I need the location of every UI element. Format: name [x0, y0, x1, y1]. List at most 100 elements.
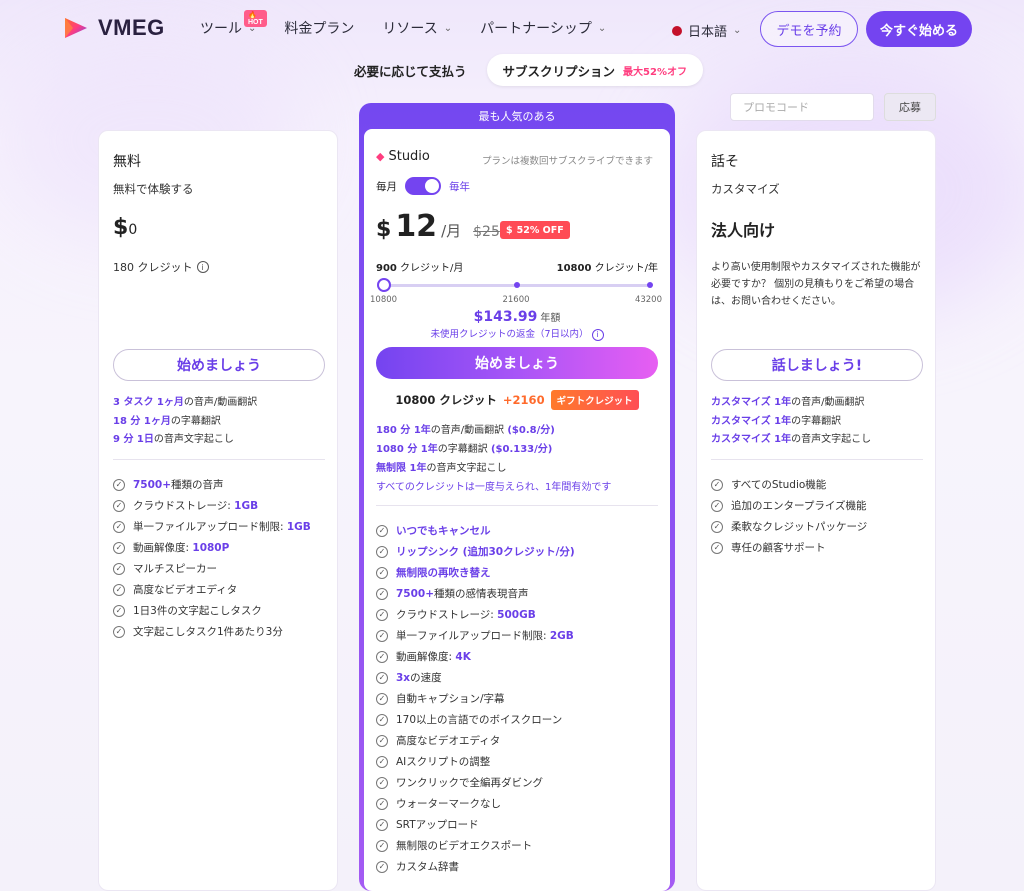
- menu-tools[interactable]: ツール ⌄ 🔥HOT: [200, 10, 267, 38]
- menu-partnership[interactable]: パートナーシップ ⌄: [480, 18, 606, 38]
- subscription-label: サブスクリプション: [502, 63, 616, 79]
- feature-item: ✓ 3xの速度: [376, 667, 575, 688]
- language-label: 日本語: [688, 25, 728, 40]
- tick-label: 43200: [634, 295, 662, 305]
- gift-credit-badge: ギフトクレジット: [550, 390, 639, 410]
- yearly-price-amount: $143.99: [473, 309, 538, 325]
- feature-label: 専任の顧客サポート: [731, 542, 826, 554]
- plan-title: 話そ: [711, 154, 739, 170]
- promo-apply-button[interactable]: 応募: [884, 93, 936, 121]
- feature-value: 4K: [455, 651, 471, 663]
- feature-label: クラウドストレージ:: [133, 500, 235, 512]
- feature-text: ワンクリックで全編再ダビング: [396, 775, 543, 790]
- tab-subscription[interactable]: サブスクリプション 最大52%オフ: [486, 54, 703, 86]
- check-circle-icon: ✓: [376, 566, 388, 579]
- feature-list: ✓ 7500+種類の音声 ✓ クラウドストレージ: 1GB ✓ 単一ファイルアップロード制…: [113, 474, 311, 642]
- price-amount: 12: [395, 209, 438, 244]
- feature-list: ✓ いつでもキャンセル ✓ リップシンク (追加30クレジット/分) ✓ 無制限の再吹き替…: [376, 520, 575, 877]
- check-circle-icon: ✓: [376, 734, 388, 747]
- menu-partnership-label: パートナーシップ: [480, 21, 592, 37]
- feature-label: 無制限の再吹き替え: [396, 567, 491, 579]
- tick-label: 10800: [370, 295, 398, 305]
- feature-item: ✓ 自動キャプション/字幕: [376, 688, 575, 709]
- refund-label: 未使用クレジットの返金（7日以内）: [430, 329, 589, 340]
- feature-label: 種類の音声: [171, 479, 224, 491]
- feature-label: リップシンク (追加30クレジット/分): [396, 546, 575, 558]
- discount-badge: $ 52% OFF: [500, 221, 570, 239]
- usage-item: 3 タスク 1ヶ月の音声/動画翻訳: [113, 394, 257, 413]
- promo-code-input[interactable]: プロモコード: [730, 93, 874, 121]
- feature-label: 1日3件の文字起こしタスク: [133, 605, 262, 617]
- feature-label: 高度なビデオエディタ: [396, 735, 501, 747]
- japan-flag-icon: [672, 25, 682, 36]
- feature-label: クラウドストレージ:: [396, 609, 498, 621]
- check-circle-icon: ✓: [376, 755, 388, 768]
- billing-toggle: 必要に応じて支払う サブスクリプション 最大52%オフ: [338, 54, 703, 86]
- check-circle-icon: ✓: [376, 545, 388, 558]
- logo[interactable]: VMEG: [62, 14, 165, 42]
- feature-text: すべてのStudio機能: [731, 477, 826, 492]
- feature-text: 自動キャプション/字幕: [396, 691, 505, 706]
- info-icon[interactable]: i: [196, 261, 209, 273]
- plan-title: 無料: [113, 154, 141, 170]
- currency-symbol: $: [113, 215, 129, 240]
- book-demo-button[interactable]: デモを予約: [760, 11, 858, 47]
- free-start-button[interactable]: 始めましょう: [113, 349, 325, 381]
- chevron-down-icon: ⌄: [443, 22, 453, 34]
- feature-item: ✓ 動画解像度: 1080P: [113, 537, 311, 558]
- credits-info: 180 クレジット i: [113, 259, 209, 275]
- usage-text: の音声/動画翻訳: [183, 397, 258, 408]
- feature-text: AIスクリプトの調整: [396, 754, 490, 769]
- feature-label: ワンクリックで全編再ダビング: [396, 777, 543, 789]
- tick-label: 21600: [502, 295, 530, 305]
- start-now-button[interactable]: 今すぐ始める: [866, 11, 972, 47]
- usage-list: 180 分 1年の音声/動画翻訳 ($0.8/分) 1080 分 1年の字幕翻訳 …: [376, 421, 611, 497]
- feature-item: ✓ 高度なビデオエディタ: [113, 579, 311, 600]
- check-circle-icon: ✓: [113, 541, 125, 554]
- plan-card-studio: ◆ Studio プランは複数回サブスクライブできます 毎月 毎年 $ 12 /…: [364, 129, 670, 891]
- feature-text: 7500+種類の感情表現音声: [396, 586, 529, 601]
- feature-text: 単一ファイルアップロード制限: 2GB: [396, 628, 574, 643]
- usage-highlight: カスタマイズ 1年: [711, 397, 792, 408]
- hot-badge: 🔥HOT: [244, 10, 267, 27]
- usage-highlight: 9 分 1日: [113, 434, 154, 445]
- feature-highlight: 7500+: [133, 479, 172, 491]
- feature-text: 動画解像度: 1080P: [133, 540, 229, 555]
- feature-value: 1GB: [234, 500, 259, 512]
- feature-text: マルチスピーカー: [133, 561, 217, 576]
- feature-text: 170以上の言語でのボイスクローン: [396, 712, 562, 727]
- chevron-down-icon: ⌄: [597, 22, 607, 34]
- feature-text: 1日3件の文字起こしタスク: [133, 603, 262, 618]
- slider-tick: [514, 282, 520, 288]
- feature-label: AIスクリプトの調整: [396, 756, 491, 768]
- divider: [376, 505, 658, 506]
- discount-badge: 最大52%オフ: [623, 66, 687, 78]
- check-circle-icon: ✓: [376, 671, 388, 684]
- feature-text: 文字起こしタスク1件あたり3分: [133, 624, 283, 639]
- check-circle-icon: ✓: [113, 604, 125, 617]
- feature-item: ✓ ウォーターマークなし: [376, 793, 575, 814]
- old-price: $25: [473, 224, 500, 240]
- usage-item: 1080 分 1年の字幕翻訳 ($0.133/分): [376, 440, 611, 459]
- language-selector[interactable]: 日本語 ⌄: [672, 21, 741, 40]
- menu-resources[interactable]: リソース ⌄: [382, 18, 452, 38]
- monthly-credit-unit: クレジット/月: [396, 263, 464, 274]
- feature-label: 単一ファイルアップロード制限:: [133, 521, 287, 533]
- credit-slider-handle[interactable]: [377, 278, 391, 292]
- menu-pricing[interactable]: 料金プラン: [284, 18, 354, 38]
- yearly-label: 毎年: [449, 180, 470, 193]
- contact-sales-button[interactable]: 話しましょう!: [711, 349, 923, 381]
- info-icon[interactable]: i: [591, 328, 604, 341]
- feature-item: ✓ 単一ファイルアップロード制限: 1GB: [113, 516, 311, 537]
- studio-start-button[interactable]: 始めましょう: [376, 347, 658, 379]
- feature-text: 単一ファイルアップロード制限: 1GB: [133, 519, 311, 534]
- feature-item: ✓ 無制限の再吹き替え: [376, 562, 575, 583]
- feature-text: 7500+種類の音声: [133, 477, 224, 492]
- feature-label: 追加のエンタープライズ機能: [731, 500, 867, 512]
- billing-period-switch[interactable]: [405, 177, 441, 195]
- feature-item: ✓ 高度なビデオエディタ: [376, 730, 575, 751]
- tab-pay-as-you-go[interactable]: 必要に応じて支払う: [338, 54, 483, 86]
- feature-text: リップシンク (追加30クレジット/分): [396, 544, 575, 559]
- check-circle-icon: ✓: [376, 797, 388, 810]
- main-menu: ツール ⌄ 🔥HOT 料金プラン リソース ⌄ パートナーシップ ⌄: [200, 10, 606, 38]
